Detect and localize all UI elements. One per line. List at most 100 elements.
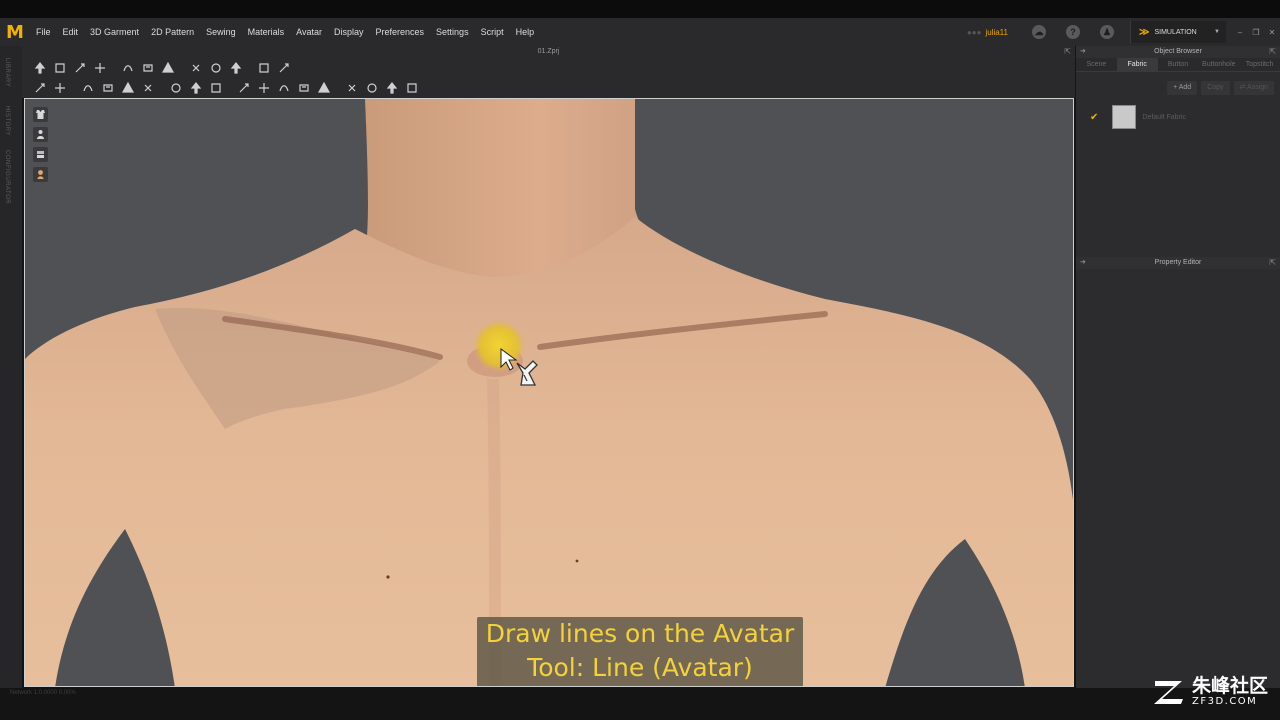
tab-fabric[interactable]: Fabric <box>1116 58 1158 71</box>
object-browser-header: ➜ Object Browser ⇱ <box>1076 46 1280 58</box>
property-editor-title: Property Editor <box>1154 259 1202 266</box>
history-tab[interactable]: HISTORY <box>4 106 10 136</box>
object-browser-title: Object Browser <box>1154 48 1202 55</box>
menu-sewing[interactable]: Sewing <box>200 18 242 46</box>
assign-label: Assign <box>1246 84 1268 91</box>
fabric-list-item[interactable]: ✔ Default Fabric <box>1076 99 1280 129</box>
arrangement-icon[interactable] <box>385 82 399 94</box>
file-title: 01.Zprj <box>537 48 560 55</box>
help-icon[interactable]: ? <box>1066 25 1080 39</box>
menu-avatar[interactable]: Avatar <box>290 18 328 46</box>
edit-curve-icon[interactable] <box>121 62 135 74</box>
expand-icon[interactable]: ⇱ <box>1064 47 1071 56</box>
tab-scene[interactable]: Scene <box>1076 58 1117 71</box>
transform-icon[interactable] <box>53 82 67 94</box>
lasso-icon[interactable] <box>257 62 271 74</box>
polygon-icon[interactable] <box>141 62 155 74</box>
expand-panel-icon[interactable]: ⇱ <box>1269 46 1276 58</box>
menu-3d-garment[interactable]: 3D Garment <box>84 18 145 46</box>
watermark-cn: 朱峰社区 <box>1191 675 1268 697</box>
trace-icon[interactable] <box>209 62 223 74</box>
tab-button[interactable]: Button <box>1158 58 1199 71</box>
menu-edit[interactable]: Edit <box>57 18 85 46</box>
assign-button[interactable]: ⇄ Assign <box>1233 81 1274 95</box>
button-icon[interactable] <box>189 82 203 94</box>
toolbar-row-1 <box>22 58 1075 78</box>
tab-topstitch[interactable]: Topstitch <box>1239 58 1280 71</box>
menu-materials[interactable]: Materials <box>242 18 291 46</box>
viewport-tools <box>33 107 48 182</box>
menu-display[interactable]: Display <box>328 18 370 46</box>
measure-icon[interactable] <box>277 82 291 94</box>
menu-bar: M File Edit 3D Garment 2D Pattern Sewing… <box>0 18 1280 46</box>
tape-icon[interactable] <box>297 82 311 94</box>
skin-icon[interactable] <box>33 167 48 182</box>
close-icon[interactable]: ✕ <box>1264 28 1280 37</box>
layer-icon[interactable] <box>33 147 48 162</box>
configurator-tab[interactable]: CONFIGURATOR <box>4 150 10 204</box>
menu-settings[interactable]: Settings <box>430 18 475 46</box>
buttonhole-icon[interactable] <box>209 82 223 94</box>
segment-icon[interactable] <box>317 82 331 94</box>
simulation-mode-select[interactable]: ≫ SIMULATION ▼ <box>1130 21 1226 43</box>
3d-viewport[interactable]: Draw lines on the Avatar Tool: Line (Ava… <box>24 98 1074 687</box>
file-title-bar: 01.Zprj ⇱ <box>22 46 1075 58</box>
top-bar <box>0 0 1280 18</box>
fabric-swatch[interactable] <box>1112 105 1137 129</box>
property-editor: ➜ Property Editor ⇱ <box>1076 257 1280 269</box>
garment-icon[interactable] <box>33 107 48 122</box>
chevron-logo-icon: ≫ <box>1139 26 1150 38</box>
library-tab[interactable]: LIBRARY <box>4 58 10 87</box>
caption-line-2: Tool: Line (Avatar) <box>527 653 753 682</box>
menu-script[interactable]: Script <box>475 18 510 46</box>
fabric-name: Default Fabric <box>1142 113 1186 121</box>
pin-icon[interactable]: ➜ <box>1080 257 1086 269</box>
tab-buttonhole[interactable]: Buttonhole <box>1198 58 1239 71</box>
watermark-en: ZF3D.COM <box>1191 696 1258 707</box>
edit-point-icon[interactable] <box>93 62 107 74</box>
line-icon[interactable] <box>257 82 271 94</box>
add-button[interactable]: + Add <box>1167 81 1198 95</box>
transform-pattern-icon[interactable] <box>53 62 67 74</box>
point-icon[interactable] <box>237 82 251 94</box>
menu-help[interactable]: Help <box>510 18 541 46</box>
dart-icon[interactable] <box>189 62 203 74</box>
cloud-icon[interactable]: ☁ <box>1032 25 1046 39</box>
toolbar-row-2 <box>22 78 1075 98</box>
fitting-suit-icon[interactable] <box>405 82 419 94</box>
watermark: 朱峰社区 ZF3D.COM <box>1152 676 1268 707</box>
copy-button[interactable]: Copy <box>1201 81 1230 95</box>
fold-arrangement-icon[interactable] <box>229 62 243 74</box>
pin-icon[interactable] <box>101 82 115 94</box>
menu-preferences[interactable]: Preferences <box>370 18 431 46</box>
simulation-label: SIMULATION <box>1154 28 1197 36</box>
pencil-icon[interactable] <box>277 62 291 74</box>
zipper-icon[interactable] <box>169 82 183 94</box>
restore-icon[interactable]: ❐ <box>1248 28 1264 37</box>
menu-file[interactable]: File <box>30 18 57 46</box>
object-actions: + Add Copy ⇄ Assign <box>1076 72 1280 99</box>
user-avatar-icon: ●●● <box>966 27 982 37</box>
select-move-icon[interactable] <box>33 62 47 74</box>
menu-right-group: ●●● julia11 ☁ ? ♟ ≫ SIMULATION ▼ – ❐ ✕ <box>967 18 1280 46</box>
add-label: Add <box>1178 84 1192 91</box>
minimize-icon[interactable]: – <box>1232 28 1248 37</box>
fold-icon[interactable] <box>141 82 155 94</box>
status-bar: Network 1.0.0000 0.00% <box>0 688 1280 720</box>
steam-icon[interactable] <box>121 82 135 94</box>
avatar-point-icon[interactable] <box>365 82 379 94</box>
app-logo: M <box>6 21 24 43</box>
internal-polygon-icon[interactable] <box>161 62 175 74</box>
pin-icon[interactable]: ➜ <box>1080 46 1086 58</box>
avatar-line-icon[interactable] <box>345 82 359 94</box>
watermark-logo-icon <box>1153 680 1183 704</box>
expand-panel-icon[interactable]: ⇱ <box>1269 257 1276 269</box>
select-mesh-icon[interactable] <box>33 82 47 94</box>
tack-icon[interactable] <box>81 82 95 94</box>
user-name[interactable]: julia11 <box>985 28 1008 37</box>
rectangle-icon[interactable] <box>73 62 87 74</box>
chevron-down-icon: ▼ <box>1214 29 1220 35</box>
avatar-icon[interactable] <box>33 127 48 142</box>
community-icon[interactable]: ♟ <box>1100 25 1114 39</box>
menu-2d-pattern[interactable]: 2D Pattern <box>145 18 200 46</box>
